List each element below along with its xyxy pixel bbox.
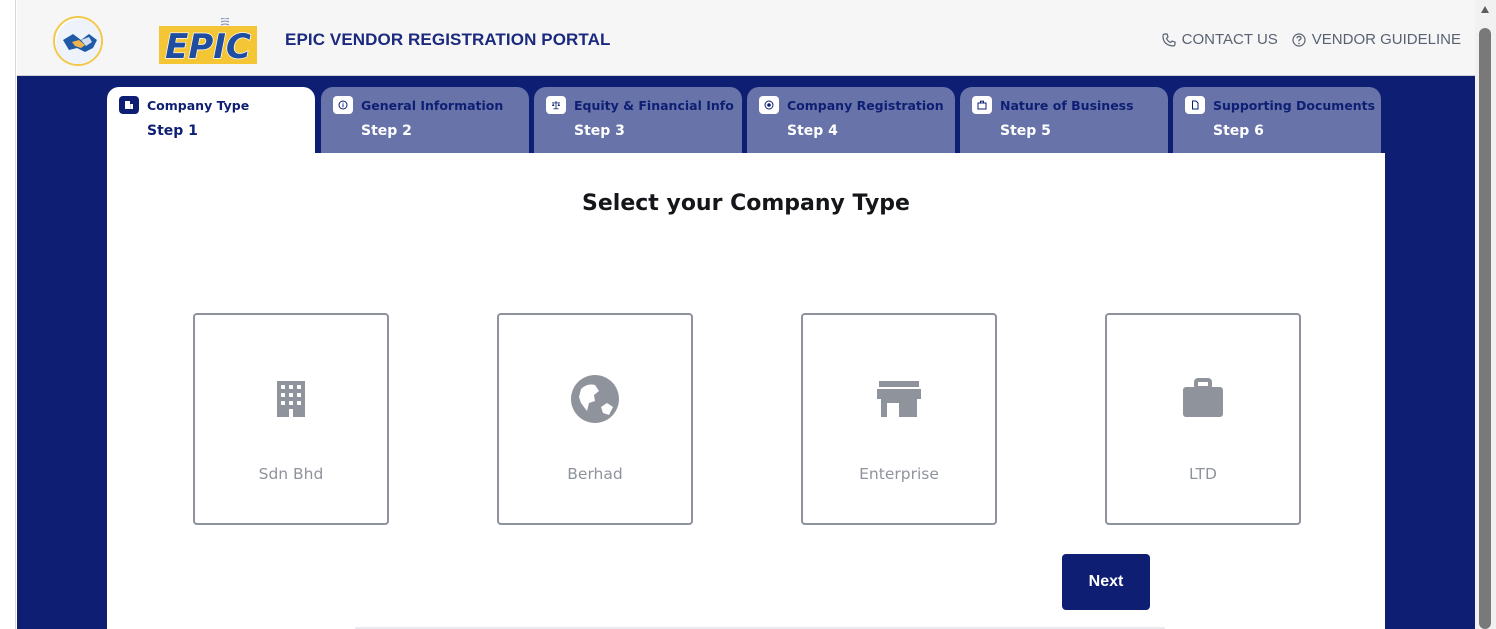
tab-company-type[interactable]: Company Type Step 1 xyxy=(107,87,315,153)
option-label: LTD xyxy=(1189,465,1217,483)
handshake-logo-icon xyxy=(53,16,103,66)
tab-supporting-documents[interactable]: Supporting Documents Step 6 xyxy=(1173,87,1381,153)
tab-step: Step 6 xyxy=(1213,123,1264,139)
briefcase-icon xyxy=(1183,378,1223,417)
option-ltd[interactable]: LTD xyxy=(1105,313,1301,525)
option-label: Enterprise xyxy=(859,465,939,483)
tab-equity-financial-info[interactable]: Equity & Financial Info Step 3 xyxy=(534,87,742,153)
option-label: Sdn Bhd xyxy=(258,465,324,483)
tab-label: General Information xyxy=(361,97,504,113)
info-icon xyxy=(333,96,353,114)
vertical-scrollbar[interactable] xyxy=(1475,0,1496,629)
tab-label: Company Registration xyxy=(787,97,944,113)
company-type-panel: Select your Company Type Sdn Bhd Berhad xyxy=(107,153,1385,629)
record-icon xyxy=(759,96,779,114)
tab-step: Step 2 xyxy=(361,123,412,139)
vendor-guideline-link[interactable]: VENDOR GUIDELINE xyxy=(1292,31,1461,48)
top-header: EPIC EPIC VENDOR REGISTRATION PORTAL CON… xyxy=(17,0,1475,76)
option-berhad[interactable]: Berhad xyxy=(497,313,693,525)
phone-icon xyxy=(1162,32,1176,47)
tab-step: Step 1 xyxy=(147,123,198,139)
help-circle-icon xyxy=(1292,32,1306,47)
contact-us-link[interactable]: CONTACT US xyxy=(1162,31,1278,48)
vendor-guideline-label: VENDOR GUIDELINE xyxy=(1311,31,1461,48)
contact-us-label: CONTACT US xyxy=(1181,31,1278,48)
tab-step: Step 3 xyxy=(574,123,625,139)
tab-step: Step 5 xyxy=(1000,123,1051,139)
header-links: CONTACT US VENDOR GUIDELINE xyxy=(1162,31,1461,48)
tab-label: Nature of Business xyxy=(1000,97,1134,113)
option-enterprise[interactable]: Enterprise xyxy=(801,313,997,525)
app-root: EPIC EPIC VENDOR REGISTRATION PORTAL CON… xyxy=(17,0,1475,629)
portal-title: EPIC VENDOR REGISTRATION PORTAL xyxy=(285,30,611,49)
option-label: Berhad xyxy=(567,465,623,483)
store-icon xyxy=(877,381,921,417)
tab-label: Equity & Financial Info xyxy=(574,97,734,113)
globe-icon xyxy=(571,375,619,423)
epic-logo-text: EPIC xyxy=(165,27,251,64)
tab-label: Supporting Documents xyxy=(1213,97,1376,113)
tab-label: Company Type xyxy=(147,97,250,113)
scroll-up-arrow-icon[interactable] xyxy=(1481,6,1489,13)
epic-logo: EPIC xyxy=(159,17,257,68)
page-title: Select your Company Type xyxy=(582,191,910,216)
option-sdn-bhd[interactable]: Sdn Bhd xyxy=(193,313,389,525)
tab-general-information[interactable]: General Information Step 2 xyxy=(321,87,529,153)
left-gutter xyxy=(0,0,16,629)
tab-step: Step 4 xyxy=(787,123,838,139)
tab-company-registration[interactable]: Company Registration Step 4 xyxy=(747,87,955,153)
next-button[interactable]: Next xyxy=(1062,554,1150,610)
building-icon xyxy=(119,96,139,114)
scale-icon xyxy=(546,96,566,114)
briefcase-icon xyxy=(972,96,992,114)
tab-nature-of-business[interactable]: Nature of Business Step 5 xyxy=(960,87,1168,153)
scrollbar-thumb[interactable] xyxy=(1479,28,1491,629)
building-icon xyxy=(277,381,305,417)
document-icon xyxy=(1185,96,1205,114)
